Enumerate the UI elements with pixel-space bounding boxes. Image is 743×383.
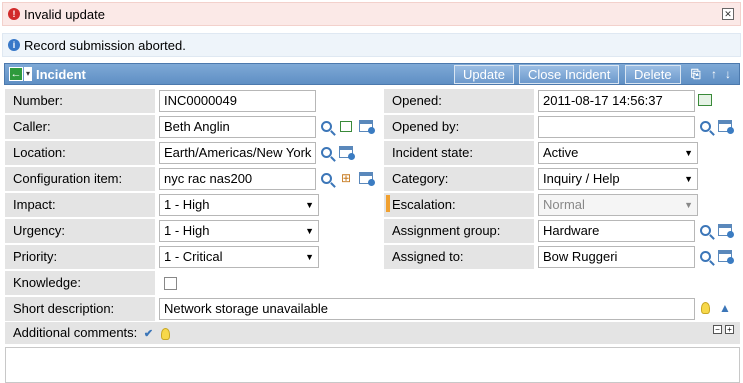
impact-select[interactable]: 1 - High ▼ [159,194,319,216]
escalation-label: Escalation: [384,193,534,217]
number-label: Number: [5,89,155,113]
reference-icon[interactable] [358,170,375,186]
knowledge-label: Knowledge: [5,271,155,295]
update-button[interactable]: Update [454,65,514,84]
urgency-label: Urgency: [5,219,155,243]
form-header: ← ▾ Incident Update Close Incident Delet… [4,63,740,85]
search-icon[interactable] [697,222,713,238]
priority-select[interactable]: 1 - Critical ▼ [159,246,319,268]
search-icon[interactable] [697,118,713,134]
error-icon: ! [8,8,20,20]
caller-label: Caller: [5,115,155,139]
delete-button[interactable]: Delete [625,65,681,84]
collapse-icon[interactable]: − [713,325,722,334]
error-text: Invalid update [24,6,105,22]
close-incident-button[interactable]: Close Incident [519,65,620,84]
escalation-value: Normal [543,197,585,212]
search-icon[interactable] [318,170,334,186]
back-icon[interactable]: ← [9,67,23,81]
incident-state-select[interactable]: Active ▼ [538,142,698,164]
context-menu-icon[interactable]: ▾ [24,67,32,81]
priority-label: Priority: [5,245,155,269]
reference-icon[interactable] [338,144,355,160]
chevron-down-icon: ▼ [684,200,693,210]
reference-icon[interactable] [358,118,375,134]
incident-state-label: Incident state: [384,141,534,165]
opened-by-label: Opened by: [384,115,534,139]
suggestion-bulb-icon[interactable] [160,327,170,340]
additional-comments-bar: Additional comments: ✔ [5,322,740,344]
assigned-to-label: Assigned to: [384,245,534,269]
incident-state-value: Active [543,145,579,160]
urgency-select[interactable]: 1 - High ▼ [159,220,319,242]
category-select[interactable]: Inquiry / Help ▼ [538,168,698,190]
calendar-icon[interactable] [697,92,713,108]
knowledge-search-icon[interactable]: ▲ [717,300,733,316]
knowledge-checkbox[interactable] [162,275,178,291]
info-message: i Record submission aborted. [2,33,741,57]
reference-icon[interactable] [717,222,734,238]
urgency-value: 1 - High [164,223,210,238]
previous-record-icon[interactable]: ↑ [711,67,717,81]
opened-by-field[interactable] [538,116,695,138]
info-text: Record submission aborted. [24,37,186,53]
caller-field[interactable]: Beth Anglin [159,116,316,138]
escalation-select: Normal ▼ [538,194,698,216]
escalation-marker [386,195,390,212]
chevron-down-icon: ▼ [684,148,693,158]
additional-comments-label: Additional comments: [13,325,138,340]
location-field[interactable]: Earth/Americas/New York [159,142,316,164]
opened-field[interactable]: 2011-08-17 14:56:37 [538,90,695,112]
priority-value: 1 - Critical [164,249,223,264]
chevron-down-icon: ▼ [305,200,314,210]
category-label: Category: [384,167,534,191]
number-field[interactable]: INC0000049 [159,90,316,112]
spellcheck-icon[interactable]: ✔ [144,323,153,345]
chevron-down-icon: ▼ [684,174,693,184]
short-description-label: Short description: [5,297,155,321]
close-icon[interactable]: ✕ [722,8,734,20]
impact-value: 1 - High [164,197,210,212]
chevron-down-icon: ▼ [305,252,314,262]
show-related-icon[interactable] [338,118,354,134]
info-icon: i [8,39,20,51]
error-message: ! Invalid update ✕ [2,2,741,26]
attachment-icon[interactable]: ⎘ [691,67,701,82]
impact-label: Impact: [5,193,155,217]
location-label: Location: [5,141,155,165]
search-icon[interactable] [697,248,713,264]
config-item-field[interactable]: nyc rac nas200 [159,168,316,190]
expand-icon[interactable]: + [725,325,734,334]
additional-comments-textarea[interactable] [5,347,740,383]
reference-icon[interactable] [717,248,734,264]
dependency-map-icon[interactable]: ⊞ [338,170,354,186]
chevron-down-icon: ▼ [305,226,314,236]
opened-label: Opened: [384,89,534,113]
next-record-icon[interactable]: ↓ [725,67,731,81]
reference-icon[interactable] [717,118,734,134]
category-value: Inquiry / Help [543,171,620,186]
form-title: Incident [36,66,86,82]
assigned-to-field[interactable]: Bow Ruggeri [538,246,695,268]
suggestion-bulb-icon[interactable] [697,300,713,316]
assignment-group-label: Assignment group: [384,219,534,243]
assignment-group-field[interactable]: Hardware [538,220,695,242]
search-icon[interactable] [318,118,334,134]
short-description-field[interactable]: Network storage unavailable [159,298,695,320]
search-icon[interactable] [318,144,334,160]
config-item-label: Configuration item: [5,167,155,191]
